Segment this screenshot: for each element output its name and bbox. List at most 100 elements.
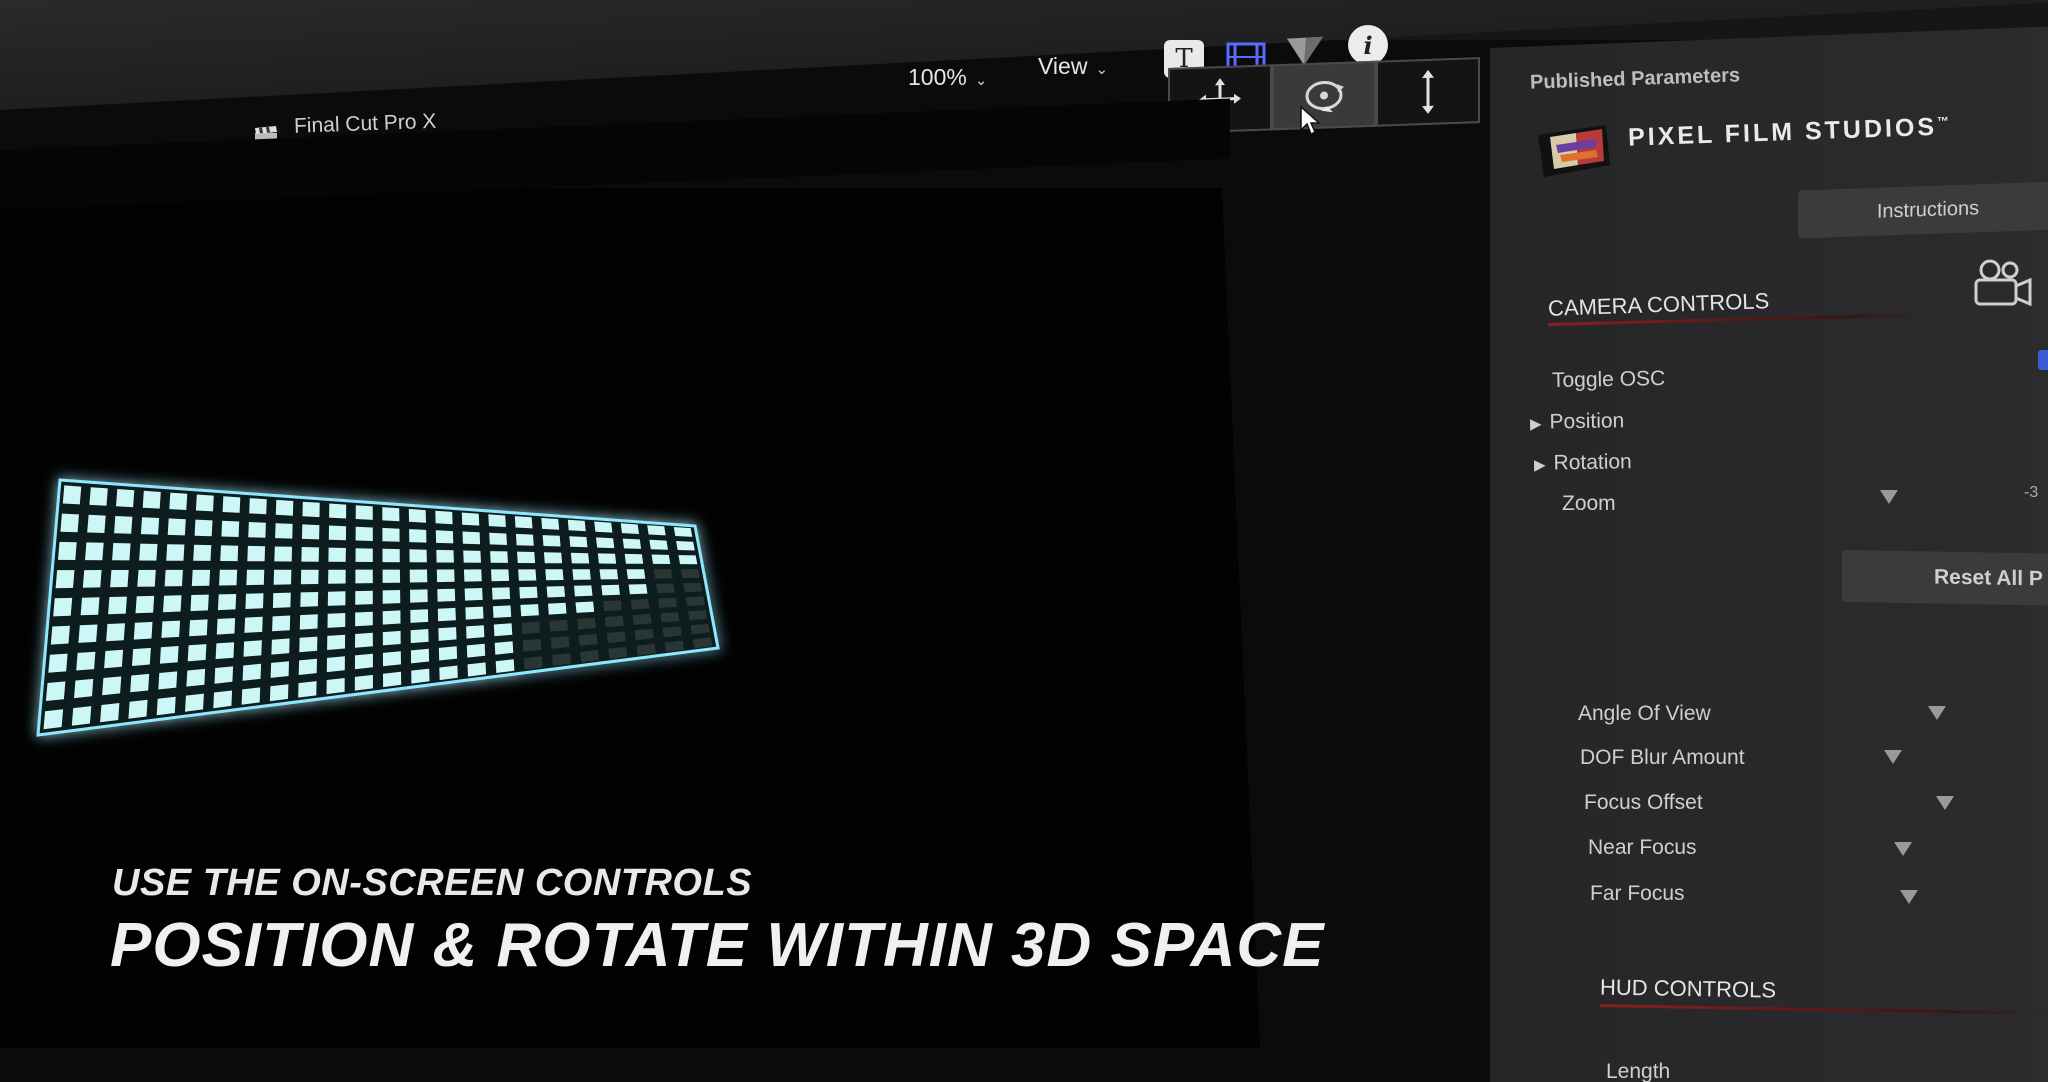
- grid-cell: [495, 659, 515, 673]
- grid-cell: [541, 517, 560, 530]
- grid-cell: [53, 597, 73, 617]
- grid-cell: [647, 525, 666, 536]
- grid-cell: [355, 611, 373, 627]
- grid-cell: [491, 569, 510, 582]
- zoom-value[interactable]: -3: [2024, 484, 2038, 502]
- instructions-button[interactable]: Instructions: [1798, 181, 2048, 239]
- grid-cell: [269, 684, 289, 702]
- focus-offset-slider-knob[interactable]: [1936, 796, 1954, 810]
- grid-cell: [606, 631, 626, 644]
- grid-cell: [298, 658, 317, 675]
- grid-cell: [80, 597, 100, 616]
- grid-cell: [678, 555, 698, 565]
- grid-cell: [354, 674, 373, 691]
- grid-cell: [298, 681, 317, 698]
- grid-cell: [437, 607, 456, 622]
- grid-cell: [326, 656, 345, 673]
- grid-cell: [382, 569, 401, 583]
- grid-cell: [158, 671, 178, 690]
- grid-cell: [271, 638, 290, 655]
- grid-cell: [108, 596, 127, 615]
- grid-cell: [355, 548, 373, 562]
- grid-cell: [382, 507, 400, 522]
- grid-cell: [494, 641, 514, 655]
- grid-cell: [186, 668, 206, 687]
- grid-cell: [246, 569, 265, 586]
- grid-cell: [327, 634, 346, 650]
- grid-cell: [550, 636, 570, 649]
- zoom-slider-knob[interactable]: [1880, 490, 1898, 504]
- grid-cell: [630, 599, 650, 610]
- grid-cell: [436, 549, 454, 563]
- grid-cell: [658, 597, 678, 608]
- grid-cell: [599, 569, 619, 580]
- grid-cell: [517, 551, 536, 564]
- grid-cell: [100, 703, 120, 723]
- grid-cell: [462, 531, 481, 545]
- param-rotation[interactable]: ▶ Rotation: [1534, 450, 1632, 476]
- grid-cell: [187, 644, 207, 662]
- grid-cell: [601, 584, 620, 596]
- grid-cell: [299, 614, 318, 630]
- grid-cell: [142, 490, 161, 509]
- grid-cell: [574, 585, 593, 597]
- grid-cell: [327, 591, 346, 606]
- dof-blur-slider-knob[interactable]: [1884, 750, 1902, 764]
- grid-cell: [660, 612, 680, 623]
- grid-cell: [523, 656, 543, 670]
- grid-cell: [220, 545, 239, 562]
- param-position[interactable]: ▶ Position: [1530, 409, 1625, 435]
- grid-cell: [195, 494, 214, 512]
- grid-cell: [382, 590, 401, 604]
- grid-cell: [45, 681, 66, 701]
- reset-all-button[interactable]: Reset All P: [1842, 549, 2048, 607]
- grid-cell: [242, 663, 262, 681]
- grid-cell: [164, 569, 183, 587]
- toggle-osc-checkbox[interactable]: [2038, 350, 2048, 370]
- caption-title: POSITION & ROTATE WITHIN 3D SPACE: [110, 911, 1325, 980]
- grid-cell: [435, 510, 453, 525]
- grid-cell: [219, 569, 238, 586]
- grid-cell: [112, 543, 131, 561]
- grid-cell: [594, 521, 613, 533]
- grid-cell: [221, 520, 240, 537]
- grid-cell: [137, 569, 156, 587]
- grid-cell: [194, 519, 213, 537]
- grid-cell: [169, 492, 188, 510]
- grid-cell: [410, 648, 430, 664]
- grid-cell: [327, 613, 346, 628]
- grid-cell: [620, 523, 639, 534]
- grid-cell: [409, 549, 427, 563]
- grid-cell: [133, 621, 153, 640]
- grid-cell: [55, 570, 75, 589]
- caption-subtitle: USE THE ON-SCREEN CONTROLS: [112, 862, 753, 904]
- grid-cell: [383, 671, 402, 688]
- grid-cell: [217, 594, 237, 611]
- grid-cell: [461, 512, 480, 526]
- grid-cell: [514, 516, 533, 529]
- disclosure-triangle-icon[interactable]: ▶: [1530, 416, 1542, 433]
- grid-cell: [572, 569, 591, 580]
- grid-cell: [545, 569, 564, 581]
- grid-cell: [85, 542, 104, 561]
- disclosure-triangle-icon[interactable]: ▶: [1534, 457, 1546, 474]
- far-focus-slider-knob[interactable]: [1900, 890, 1918, 904]
- grid-cell: [114, 516, 133, 534]
- grid-cell: [128, 699, 148, 719]
- grid-cell: [135, 595, 155, 614]
- grid-cell: [48, 653, 68, 673]
- grid-cell: [651, 554, 671, 564]
- near-focus-slider-knob[interactable]: [1894, 842, 1912, 856]
- grid-cell: [673, 527, 693, 537]
- grid-cell: [299, 636, 318, 653]
- grid-cell: [241, 687, 261, 705]
- grid-cell: [467, 662, 487, 677]
- grid-cell: [214, 666, 234, 684]
- grid-cell: [167, 518, 186, 536]
- grid-cell: [439, 665, 458, 681]
- angle-of-view-slider-knob[interactable]: [1928, 706, 1946, 720]
- grid-cell: [662, 626, 682, 638]
- grid-cell: [274, 546, 292, 562]
- grid-cell: [464, 588, 483, 601]
- grid-cell: [546, 586, 566, 598]
